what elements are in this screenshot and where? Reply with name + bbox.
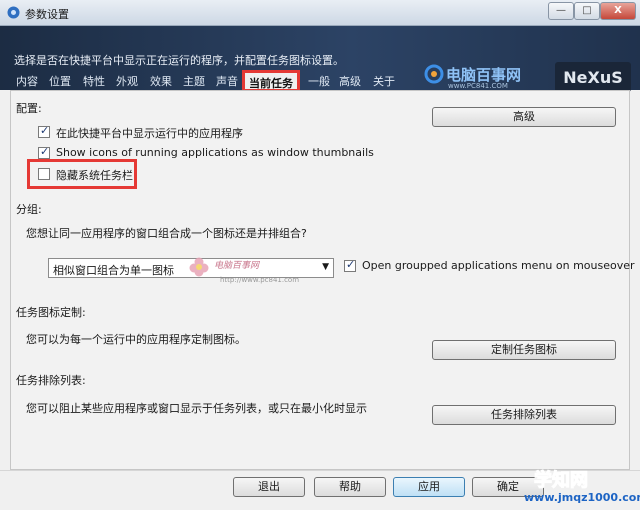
tab-sounds[interactable]: 声音 [216, 73, 238, 89]
task-icon-section-title: 任务图标定制: [16, 306, 86, 319]
watermark-name: 电脑百事网 [214, 261, 260, 271]
title-bar: 参数设置 — □ X [0, 0, 640, 26]
close-button[interactable]: X [600, 2, 636, 20]
watermark-url: http://www.pc841.com [220, 276, 300, 284]
tab-content[interactable]: 内容 [16, 73, 38, 89]
app-icon [7, 6, 20, 19]
apply-button[interactable]: 应用 [393, 477, 465, 497]
exclusion-description: 您可以阻止某些应用程序或窗口显示于任务列表，或只在最小化时显示 [26, 402, 367, 415]
show-running-apps-label: 在此快捷平台中显示运行中的应用程序 [56, 127, 243, 140]
help-button[interactable]: 帮助 [314, 477, 386, 497]
checkmark-icon: ✓ [40, 124, 50, 137]
grouping-question: 您想让同一应用程序的窗口组合成一个图标还是并排组合? [26, 227, 307, 240]
advanced-button[interactable]: 高级 [432, 107, 616, 127]
task-icon-description: 您可以为每一个运行中的应用程序定制图标。 [26, 333, 246, 346]
thumbnail-icons-checkbox[interactable]: ✓ [38, 145, 50, 159]
tab-general[interactable]: 一般 [308, 73, 330, 89]
grouping-select-value: 相似窗口组合为单一图标 [53, 264, 174, 277]
tab-position[interactable]: 位置 [49, 73, 71, 89]
show-running-apps-checkbox[interactable]: ✓ [38, 124, 50, 138]
flower-logo-icon [189, 257, 209, 277]
thumbnail-icons-label: Show icons of running applications as wi… [56, 146, 374, 159]
tab-themes[interactable]: 主题 [183, 73, 205, 89]
checkmark-icon: ✓ [346, 258, 356, 271]
config-section-title: 配置: [16, 102, 42, 115]
tab-current-tasks[interactable]: 当前任务 [242, 70, 300, 92]
tab-about[interactable]: 关于 [373, 73, 395, 89]
tab-appearance[interactable]: 外观 [116, 73, 138, 89]
exit-button[interactable]: 退出 [233, 477, 305, 497]
checkmark-icon: ✓ [40, 145, 50, 158]
site-watermark: 学知网 www.jmqz1000.com [520, 466, 640, 510]
pc841-watermark: 电脑百事网 http://www.pc841.com [188, 254, 338, 290]
site-url: www.jmqz1000.com [524, 491, 640, 504]
tab-advanced[interactable]: 高级 [339, 73, 361, 89]
task-exclusion-list-button[interactable]: 任务排除列表 [432, 405, 616, 425]
maximize-button[interactable]: □ [574, 2, 600, 20]
site-name: 学知网 [534, 470, 589, 492]
grouping-section-title: 分组: [16, 203, 42, 216]
window-title: 参数设置 [25, 8, 69, 21]
banner-description: 选择是否在快捷平台中显示正在运行的程序，并配置任务图标设置。 [14, 54, 344, 67]
minimize-button[interactable]: — [548, 2, 574, 20]
highlight-box-hide-taskbar [27, 159, 137, 189]
open-group-menu-label: Open groupped applications menu on mouse… [362, 259, 635, 272]
exclusion-section-title: 任务排除列表: [16, 374, 86, 387]
tab-effects[interactable]: 效果 [150, 73, 172, 89]
tab-features[interactable]: 特性 [83, 73, 105, 89]
open-group-menu-checkbox[interactable]: ✓ [344, 258, 356, 272]
customize-task-icon-button[interactable]: 定制任务图标 [432, 340, 616, 360]
tab-bar: 内容 位置 特性 外观 效果 主题 声音 当前任务 一般 高级 关于 [0, 70, 640, 92]
